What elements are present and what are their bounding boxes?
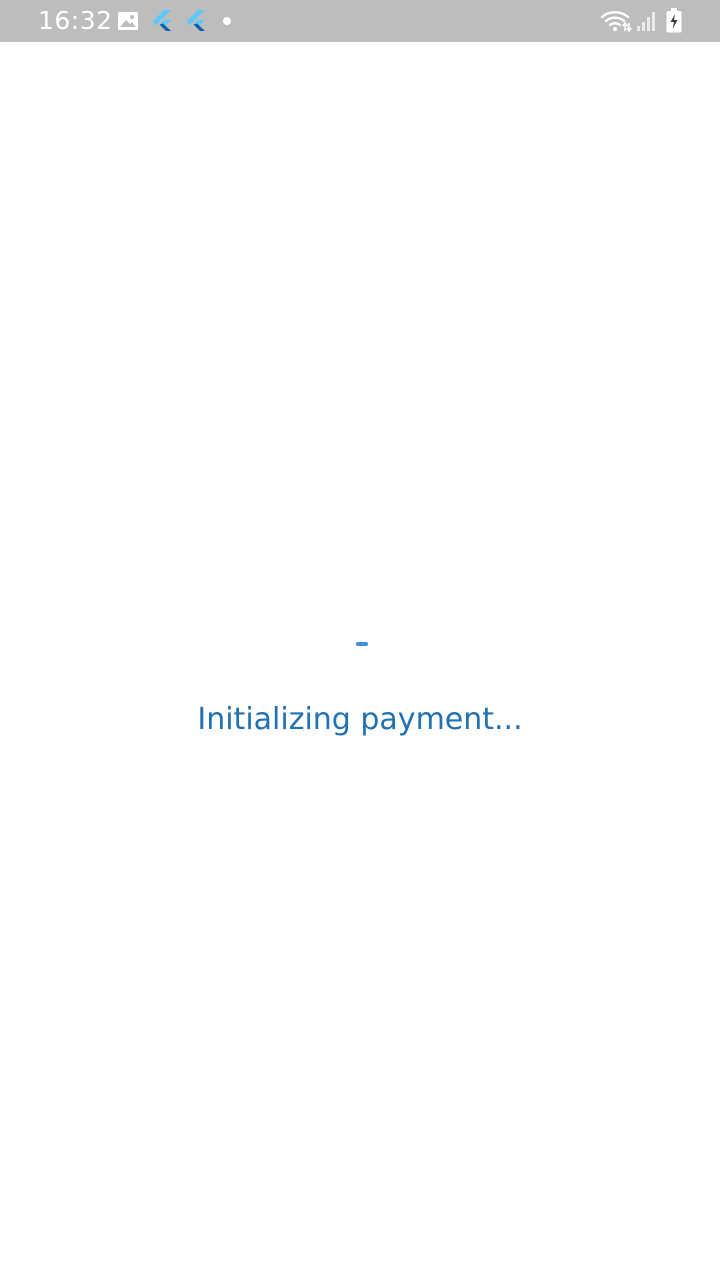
loading-message: Initializing payment... xyxy=(197,702,523,737)
dot-icon xyxy=(223,17,231,25)
signal-icon xyxy=(637,12,655,31)
image-icon xyxy=(118,12,138,30)
flutter-icon xyxy=(152,10,171,31)
loading-spinner xyxy=(356,642,368,646)
flutter-icon xyxy=(186,10,205,31)
status-bar: 16:32 xyxy=(0,0,720,42)
wifi-icon xyxy=(600,11,632,33)
status-time: 16:32 xyxy=(38,6,113,35)
battery-charging-icon xyxy=(666,8,682,33)
